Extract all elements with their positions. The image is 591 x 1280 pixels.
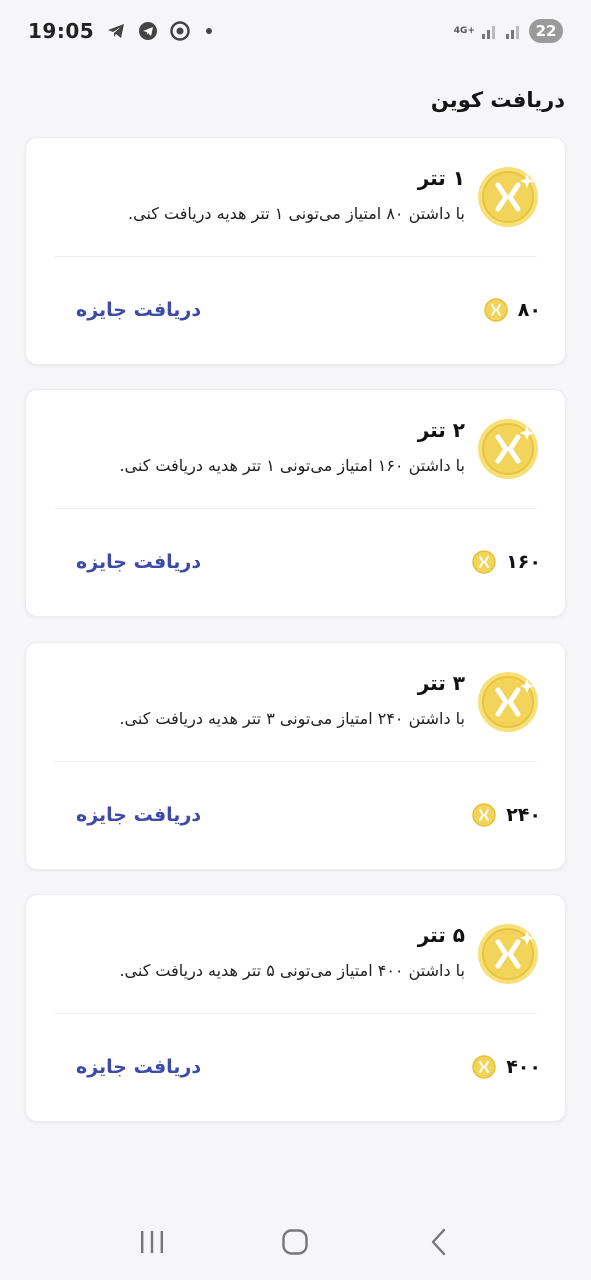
claim-reward-button[interactable]: دریافت جایزه bbox=[76, 804, 201, 826]
points-value: ۱۶۰ bbox=[506, 551, 541, 573]
claim-reward-button[interactable]: دریافت جایزه bbox=[76, 551, 201, 573]
reward-title: ۵ تتر bbox=[417, 923, 465, 947]
points-required: ۸۰ bbox=[484, 298, 541, 322]
telegram-icon bbox=[106, 21, 126, 41]
divider bbox=[54, 508, 537, 509]
clock: 19:05 bbox=[28, 19, 95, 43]
reward-description: با داشتن ۱۶۰ امتیاز می‌تونی ۱ تتر هدیه د… bbox=[119, 456, 465, 475]
divider bbox=[54, 1013, 537, 1014]
coin-icon bbox=[472, 550, 496, 574]
points-required: ۴۰۰ bbox=[472, 1055, 541, 1079]
chrome-icon bbox=[170, 21, 190, 41]
home-icon[interactable] bbox=[265, 1212, 325, 1272]
coin-icon bbox=[484, 298, 508, 322]
telegram-icon bbox=[138, 21, 158, 41]
page-title: دریافت کوین bbox=[430, 88, 565, 112]
navigation-bar bbox=[0, 1204, 591, 1280]
status-bar: 19:05 4G+ 22 bbox=[0, 0, 591, 62]
reward-title: ۱ تتر bbox=[417, 166, 465, 190]
status-left: 19:05 bbox=[28, 19, 213, 43]
recent-apps-icon[interactable] bbox=[122, 1212, 182, 1272]
coin-icon bbox=[477, 923, 539, 985]
reward-description: با داشتن ۲۴۰ امتیاز می‌تونی ۳ تتر هدیه د… bbox=[119, 709, 465, 728]
reward-footer: دریافت جایزه ۲۴۰ bbox=[76, 791, 541, 839]
reward-title: ۳ تتر bbox=[417, 671, 465, 695]
coin-icon bbox=[472, 803, 496, 827]
reward-description: با داشتن ۴۰۰ امتیاز می‌تونی ۵ تتر هدیه د… bbox=[119, 961, 465, 980]
reward-card: ۳ تتر با داشتن ۲۴۰ امتیاز می‌تونی ۳ تتر … bbox=[25, 642, 566, 870]
reward-description: با داشتن ۸۰ امتیاز می‌تونی ۱ تتر هدیه در… bbox=[128, 204, 465, 223]
signal-icon bbox=[505, 22, 523, 40]
claim-reward-button[interactable]: دریافت جایزه bbox=[76, 299, 201, 321]
reward-card: ۱ تتر با داشتن ۸۰ امتیاز می‌تونی ۱ تتر ه… bbox=[25, 137, 566, 365]
network-type: 4G+ bbox=[453, 25, 475, 36]
reward-footer: دریافت جایزه ۱۶۰ bbox=[76, 538, 541, 586]
reward-footer: دریافت جایزه ۴۰۰ bbox=[76, 1043, 541, 1091]
status-right: 4G+ 22 bbox=[454, 19, 563, 43]
coin-icon bbox=[477, 671, 539, 733]
reward-footer: دریافت جایزه ۸۰ bbox=[76, 286, 541, 334]
coin-icon bbox=[477, 418, 539, 480]
points-value: ۲۴۰ bbox=[506, 804, 541, 826]
coin-icon bbox=[477, 166, 539, 228]
divider bbox=[54, 761, 537, 762]
points-value: ۴۰۰ bbox=[506, 1056, 541, 1078]
signal-icon bbox=[481, 22, 499, 40]
points-required: ۲۴۰ bbox=[472, 803, 541, 827]
battery-icon: 22 bbox=[529, 19, 563, 43]
points-required: ۱۶۰ bbox=[472, 550, 541, 574]
reward-card: ۲ تتر با داشتن ۱۶۰ امتیاز می‌تونی ۱ تتر … bbox=[25, 389, 566, 617]
coin-icon bbox=[472, 1055, 496, 1079]
back-icon[interactable] bbox=[409, 1212, 469, 1272]
divider bbox=[54, 256, 537, 257]
reward-card: ۵ تتر با داشتن ۴۰۰ امتیاز می‌تونی ۵ تتر … bbox=[25, 894, 566, 1122]
claim-reward-button[interactable]: دریافت جایزه bbox=[76, 1056, 201, 1078]
points-value: ۸۰ bbox=[517, 299, 541, 321]
reward-title: ۲ تتر bbox=[417, 418, 465, 442]
notification-dot bbox=[206, 28, 213, 34]
screen: 19:05 4G+ 22 دریافت کوین ۱ تتر با داشتن … bbox=[0, 0, 591, 1280]
